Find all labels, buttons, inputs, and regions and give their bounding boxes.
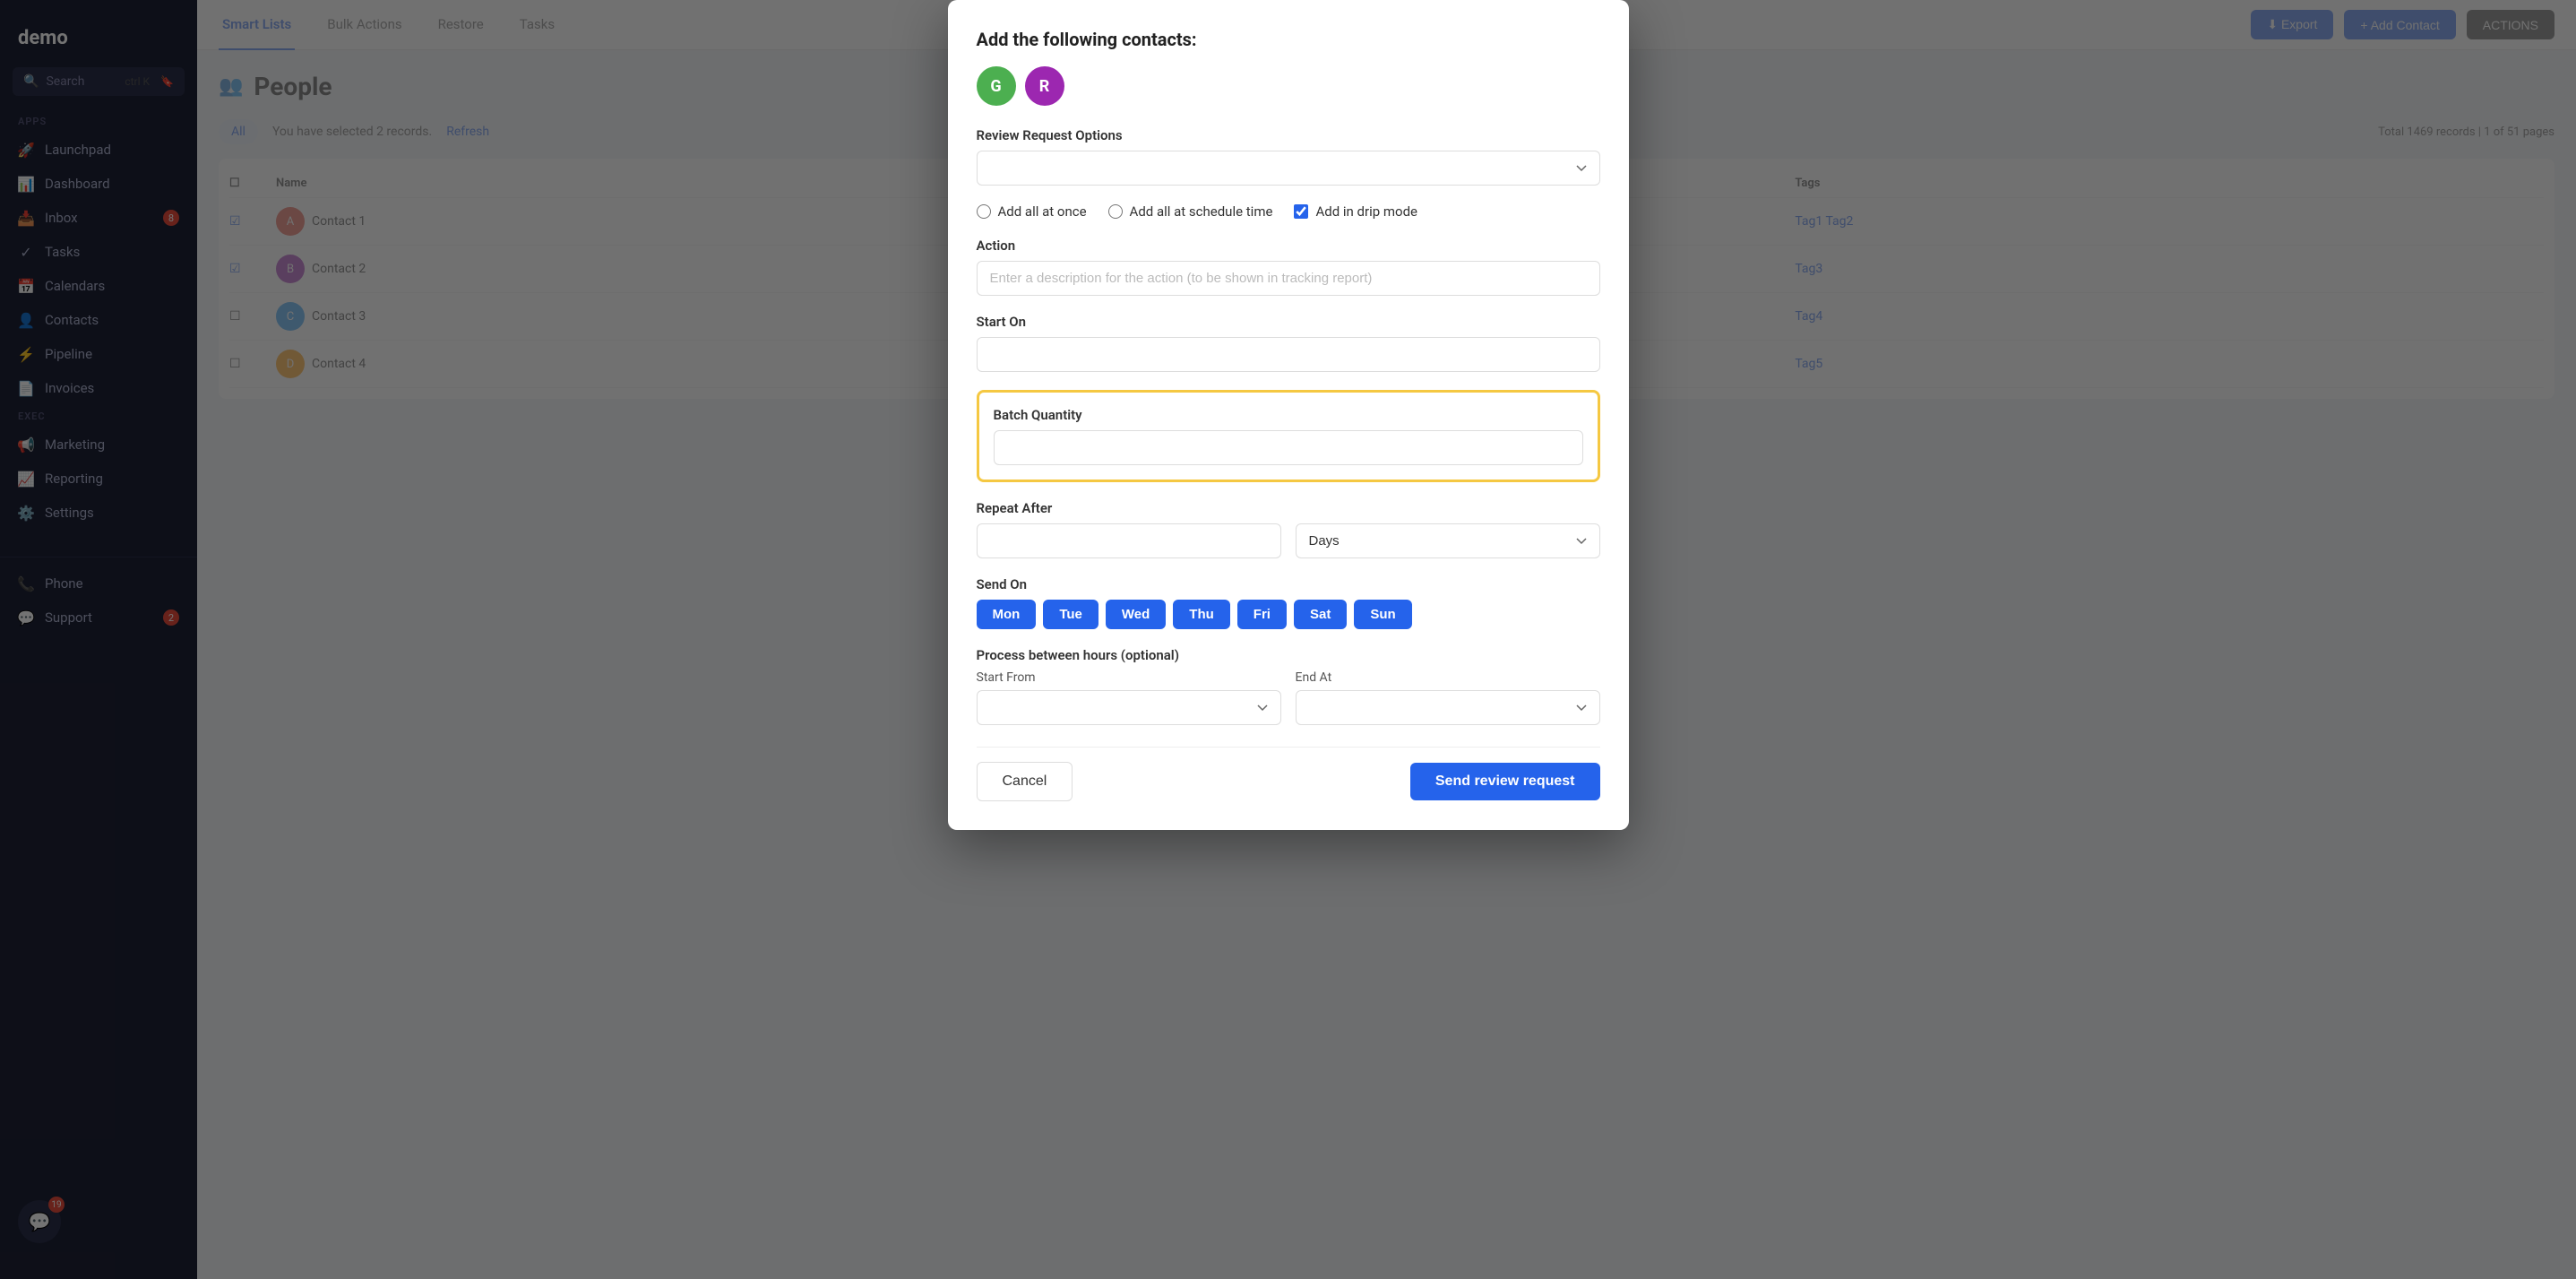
batch-quantity-section: Batch Quantity	[977, 390, 1600, 482]
day-btn-wed[interactable]: Wed	[1106, 600, 1166, 629]
add-all-at-once-radio[interactable]	[977, 204, 991, 219]
day-btn-thu[interactable]: Thu	[1173, 600, 1230, 629]
add-all-at-once-option[interactable]: Add all at once	[977, 203, 1087, 220]
add-in-drip-mode-option[interactable]: Add in drip mode	[1294, 203, 1417, 220]
modal-footer: Cancel Send review request	[977, 747, 1600, 801]
day-btn-tue[interactable]: Tue	[1043, 600, 1098, 629]
contact-avatar-g: G	[977, 66, 1016, 106]
add-all-at-schedule-time-label: Add all at schedule time	[1130, 203, 1273, 220]
add-all-at-schedule-time-radio[interactable]	[1108, 204, 1123, 219]
process-between-hours-label: Process between hours (optional)	[977, 647, 1600, 663]
modal-title: Add the following contacts:	[977, 29, 1600, 50]
send-review-request-button[interactable]: Send review request	[1410, 763, 1600, 800]
end-at-label: End At	[1296, 670, 1600, 685]
process-hours-row: Start From End At	[977, 670, 1600, 725]
add-all-at-schedule-time-option[interactable]: Add all at schedule time	[1108, 203, 1273, 220]
start-from-select[interactable]	[977, 690, 1281, 725]
contact-avatar-r: R	[1025, 66, 1064, 106]
add-in-drip-mode-checkbox[interactable]	[1294, 204, 1308, 219]
modal-overlay: Add the following contacts: G R Review R…	[0, 0, 2576, 1279]
review-request-options-label: Review Request Options	[977, 127, 1600, 143]
contact-avatars: G R	[977, 66, 1600, 106]
start-from-col: Start From	[977, 670, 1281, 725]
batch-quantity-input[interactable]	[994, 430, 1583, 465]
add-in-drip-mode-label: Add in drip mode	[1315, 203, 1417, 220]
day-btn-fri[interactable]: Fri	[1237, 600, 1287, 629]
start-from-label: Start From	[977, 670, 1281, 685]
arrow-indicator	[948, 383, 979, 454]
batch-quantity-label: Batch Quantity	[994, 407, 1583, 423]
action-label: Action	[977, 238, 1600, 254]
process-between-hours-group: Process between hours (optional) Start F…	[977, 647, 1600, 725]
day-btn-sun[interactable]: Sun	[1354, 600, 1411, 629]
review-request-options-group: Review Request Options Option 1 Option 2	[977, 127, 1600, 186]
start-on-group: Start On	[977, 314, 1600, 372]
repeat-after-label: Repeat After	[977, 500, 1600, 516]
cancel-button[interactable]: Cancel	[977, 762, 1073, 801]
end-at-select[interactable]	[1296, 690, 1600, 725]
repeat-after-unit-select[interactable]: Days Hours Minutes	[1296, 523, 1600, 558]
add-all-at-once-label: Add all at once	[998, 203, 1087, 220]
repeat-after-row: Days Hours Minutes	[977, 523, 1600, 558]
add-options-group: Add all at once Add all at schedule time…	[977, 203, 1600, 220]
end-at-col: End At	[1296, 670, 1600, 725]
action-input[interactable]	[977, 261, 1600, 296]
day-btn-sat[interactable]: Sat	[1294, 600, 1347, 629]
send-on-group: Send On Mon Tue Wed Thu Fri Sat Sun	[977, 576, 1600, 629]
review-request-options-select[interactable]: Option 1 Option 2	[977, 151, 1600, 186]
start-on-input[interactable]	[977, 337, 1600, 372]
send-on-label: Send On	[977, 576, 1600, 592]
action-group: Action	[977, 238, 1600, 296]
repeat-after-input[interactable]	[977, 523, 1281, 558]
modal-dialog: Add the following contacts: G R Review R…	[948, 0, 1629, 830]
day-buttons: Mon Tue Wed Thu Fri Sat Sun	[977, 600, 1600, 629]
start-on-label: Start On	[977, 314, 1600, 330]
repeat-after-group: Repeat After Days Hours Minutes	[977, 500, 1600, 558]
day-btn-mon[interactable]: Mon	[977, 600, 1037, 629]
